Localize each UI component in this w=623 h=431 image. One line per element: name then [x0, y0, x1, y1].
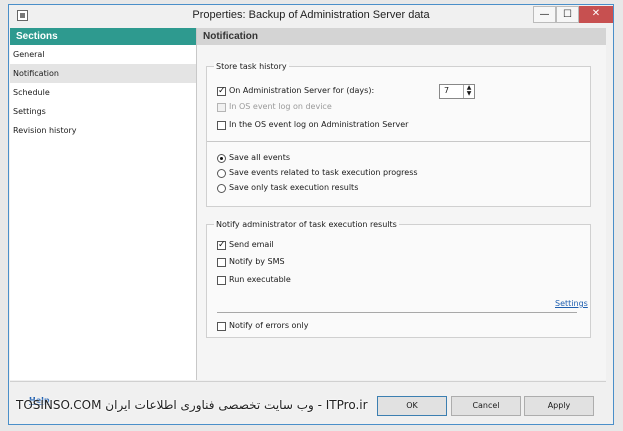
- stepper-arrows-icon[interactable]: ▲ ▼: [463, 85, 474, 98]
- ok-button[interactable]: OK: [377, 396, 447, 416]
- os-event-log-device-checkbox[interactable]: [217, 102, 226, 112]
- group-divider: [207, 141, 590, 142]
- on-admin-server-label: On Administration Server for (days):: [229, 86, 375, 95]
- save-all-events-option[interactable]: Save all events: [217, 152, 290, 164]
- send-email-option[interactable]: Send email: [217, 239, 274, 251]
- save-all-events-label: Save all events: [229, 153, 291, 162]
- notify-separator: [217, 312, 577, 313]
- minimize-button[interactable]: —: [533, 6, 556, 23]
- send-email-checkbox[interactable]: [217, 239, 226, 251]
- title-bar: Properties: Backup of Administration Ser…: [9, 5, 613, 27]
- close-button[interactable]: ✕: [579, 6, 613, 23]
- os-event-log-admin-label: In the OS event log on Administration Se…: [229, 120, 409, 129]
- settings-link[interactable]: Settings: [555, 299, 588, 308]
- errors-only-checkbox[interactable]: [217, 321, 226, 331]
- save-all-events-radio[interactable]: [217, 153, 226, 163]
- save-results-only-radio[interactable]: [217, 183, 226, 193]
- errors-only-option[interactable]: Notify of errors only: [217, 320, 308, 332]
- run-executable-checkbox[interactable]: [217, 275, 226, 285]
- page-title: Notification: [197, 28, 606, 45]
- days-value: 7: [444, 86, 450, 95]
- run-executable-option[interactable]: Run executable: [217, 274, 291, 286]
- sidebar-item-notification[interactable]: Notification: [10, 64, 196, 83]
- save-progress-events-radio[interactable]: [217, 168, 226, 178]
- store-history-group: Store task history On Administration Ser…: [206, 62, 591, 207]
- errors-only-label: Notify of errors only: [229, 321, 309, 330]
- cancel-button[interactable]: Cancel: [451, 396, 521, 416]
- os-event-log-device-label: In OS event log on device: [229, 102, 332, 111]
- sidebar-item-general[interactable]: General: [10, 45, 196, 64]
- on-admin-server-checkbox[interactable]: [217, 85, 226, 97]
- os-event-log-device-option[interactable]: In OS event log on device: [217, 101, 332, 113]
- app-window: Properties: Backup of Administration Ser…: [0, 0, 623, 431]
- window-title: Properties: Backup of Administration Ser…: [192, 9, 430, 21]
- apply-button[interactable]: Apply: [524, 396, 594, 416]
- sections-sidebar: Sections General Notification Schedule S…: [10, 28, 197, 380]
- os-event-log-admin-checkbox[interactable]: [217, 120, 226, 130]
- notify-sms-checkbox[interactable]: [217, 257, 226, 267]
- save-results-only-option[interactable]: Save only task execution results: [217, 182, 358, 194]
- save-progress-events-label: Save events related to task execution pr…: [229, 168, 418, 177]
- days-stepper[interactable]: 7 ▲ ▼: [439, 84, 475, 99]
- main-panel: Notification Store task history On Admin…: [197, 28, 606, 380]
- sidebar-item-settings[interactable]: Settings: [10, 102, 196, 121]
- os-event-log-admin-option[interactable]: In the OS event log on Administration Se…: [217, 119, 408, 131]
- save-progress-events-option[interactable]: Save events related to task execution pr…: [217, 167, 418, 179]
- run-executable-label: Run executable: [229, 275, 291, 284]
- maximize-button[interactable]: ☐: [556, 6, 579, 23]
- send-email-label: Send email: [229, 240, 274, 249]
- store-history-title: Store task history: [214, 62, 289, 71]
- sidebar-item-schedule[interactable]: Schedule: [10, 83, 196, 102]
- sidebar-item-revision-history[interactable]: Revision history: [10, 121, 196, 140]
- notify-sms-option[interactable]: Notify by SMS: [217, 256, 285, 268]
- notify-title: Notify administrator of task execution r…: [214, 220, 399, 229]
- watermark-text: TOSINSO.COM وب سایت تخصصی فناوری اطلاعات…: [16, 398, 368, 412]
- notify-group: Notify administrator of task execution r…: [206, 220, 591, 338]
- save-results-only-label: Save only task execution results: [229, 183, 359, 192]
- notify-sms-label: Notify by SMS: [229, 257, 285, 266]
- on-admin-server-option[interactable]: On Administration Server for (days):: [217, 85, 374, 97]
- sidebar-header: Sections: [10, 28, 196, 45]
